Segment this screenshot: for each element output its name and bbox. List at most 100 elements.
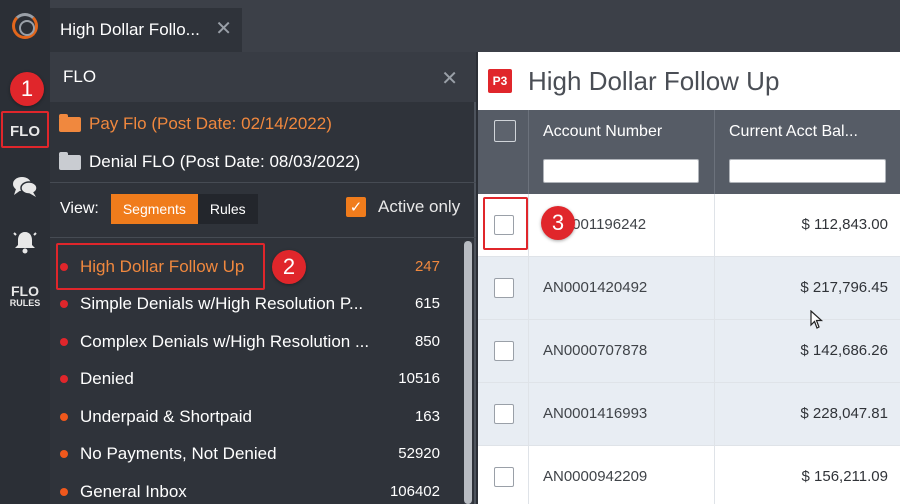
row-checkbox[interactable] — [494, 404, 514, 424]
table-row[interactable]: AN0001420492 $ 217,796.45 — [478, 257, 900, 320]
account-number: AN0001416993 — [543, 405, 648, 422]
column-divider — [714, 194, 715, 257]
checkmark-icon[interactable]: ✓ — [346, 197, 366, 217]
row-checkbox[interactable] — [494, 341, 514, 361]
close-icon[interactable]: ✕ — [441, 66, 458, 91]
column-divider — [528, 383, 529, 446]
row-checkbox[interactable] — [494, 467, 514, 487]
flo-rules-label-top: FLO — [11, 283, 39, 299]
tab-title: High Dollar Follo... — [60, 20, 200, 39]
highlight-box-row-checkbox — [483, 197, 528, 250]
flo-panel: FLO ✕ Pay Flo (Post Date: 02/14/2022) De… — [50, 52, 476, 504]
status-dot — [60, 412, 68, 421]
divider — [50, 182, 476, 183]
column-header-label: Account Number — [543, 123, 663, 140]
list-item-label: Complex Denials w/High Resolution ... — [80, 331, 370, 351]
grid-title-bar: P3 High Dollar Follow Up — [478, 52, 900, 110]
account-balance: $ 112,843.00 — [801, 216, 888, 233]
select-all-checkbox[interactable] — [494, 120, 516, 142]
bell-icon[interactable] — [0, 224, 50, 260]
list-item[interactable]: Complex Denials w/High Resolution ... 85… — [50, 323, 460, 360]
list-item-label: Denied — [80, 368, 134, 388]
list-item-count: 850 — [414, 333, 440, 350]
status-dot — [60, 487, 68, 496]
list-item-count: 106402 — [389, 483, 440, 500]
account-balance: $ 228,047.81 — [800, 405, 888, 422]
column-divider — [714, 383, 715, 446]
column-current-acct-balance[interactable]: Current Acct Bal... — [715, 110, 900, 194]
table-row[interactable]: AN0000942209 $ 156,211.09 — [478, 446, 900, 504]
list-item[interactable]: General Inbox 106402 — [50, 473, 460, 504]
list-item-count: 247 — [414, 258, 440, 275]
rules-button[interactable]: Rules — [197, 194, 258, 224]
account-number: AN0001420492 — [543, 279, 648, 296]
account-balance: $ 142,686.26 — [800, 342, 888, 359]
status-dot — [60, 449, 68, 458]
tab-bar: High Dollar Follo... ✕ — [0, 0, 900, 52]
select-all-column — [478, 110, 529, 194]
folder-denial-flo[interactable]: Denial FLO (Post Date: 08/03/2022) — [59, 147, 360, 177]
main-grid-area: P3 High Dollar Follow Up Account Number … — [478, 52, 900, 504]
folder-label: Denial FLO (Post Date: 08/03/2022) — [89, 152, 361, 171]
column-header-label: Current Acct Bal... — [729, 123, 858, 140]
divider — [50, 237, 476, 238]
active-only-toggle[interactable]: ✓ Active only — [346, 197, 460, 217]
column-divider — [528, 257, 529, 320]
list-item-label: No Payments, Not Denied — [80, 443, 277, 463]
row-checkbox[interactable] — [494, 278, 514, 298]
flo-rules-nav-button[interactable]: FLO RULES — [0, 280, 50, 314]
account-number: AN0000942209 — [543, 468, 648, 485]
account-filter-input[interactable] — [543, 159, 699, 183]
account-balance: $ 217,796.45 — [800, 279, 888, 296]
column-divider — [528, 194, 529, 257]
highlight-box-flo — [1, 111, 49, 148]
callout-step-1: 1 — [10, 72, 44, 106]
list-item-label: Simple Denials w/High Resolution P... — [80, 293, 364, 313]
tab-high-dollar-follow-up[interactable]: High Dollar Follo... ✕ — [50, 8, 242, 52]
list-item-count: 52920 — [398, 445, 440, 462]
view-label: View: — [60, 200, 99, 217]
column-divider — [528, 446, 529, 504]
highlight-box-selected-item — [56, 243, 265, 290]
list-item[interactable]: Underpaid & Shortpaid 163 — [50, 398, 460, 435]
view-toggle-row: View: Segments Rules ✓ Active only — [60, 193, 470, 225]
column-divider — [714, 257, 715, 320]
status-dot — [60, 337, 68, 346]
scrollbar[interactable] — [464, 241, 472, 504]
icon-rail: FLO FLO RULES — [0, 52, 50, 504]
scrollbar-thumb[interactable] — [464, 241, 472, 504]
chat-icon[interactable] — [0, 170, 50, 204]
table-row[interactable]: AN0001416993 $ 228,047.81 — [478, 383, 900, 446]
list-item-count: 615 — [414, 295, 440, 312]
folder-icon — [59, 113, 81, 132]
app-logo[interactable] — [0, 0, 50, 52]
folder-label: Pay Flo (Post Date: 02/14/2022) — [89, 114, 332, 133]
active-only-label: Active only — [378, 197, 461, 216]
segments-button[interactable]: Segments — [110, 194, 198, 224]
logo-icon — [12, 13, 38, 39]
list-item[interactable]: Simple Denials w/High Resolution P... 61… — [50, 285, 460, 322]
callout-step-2: 2 — [272, 250, 306, 284]
mouse-cursor-icon — [810, 310, 824, 329]
callout-step-3: 3 — [541, 206, 575, 240]
column-divider — [714, 320, 715, 383]
column-divider — [714, 446, 715, 504]
list-item-label: Underpaid & Shortpaid — [80, 406, 253, 426]
balance-filter-input[interactable] — [729, 159, 886, 183]
column-divider — [528, 320, 529, 383]
priority-badge: P3 — [488, 69, 512, 93]
folder-icon — [59, 151, 81, 170]
list-item-count: 10516 — [398, 370, 440, 387]
column-account-number[interactable]: Account Number — [529, 110, 715, 194]
panel-title: FLO — [63, 67, 97, 86]
folder-pay-flo[interactable]: Pay Flo (Post Date: 02/14/2022) — [59, 109, 332, 139]
flo-rules-label-bottom: RULES — [9, 298, 41, 308]
account-number: AN0000707878 — [543, 342, 648, 359]
list-item[interactable]: No Payments, Not Denied 52920 — [50, 435, 460, 472]
status-dot — [60, 374, 68, 383]
account-balance: $ 156,211.09 — [801, 468, 888, 485]
list-item[interactable]: Denied 10516 — [50, 360, 460, 397]
grid-header: Account Number Current Acct Bal... — [478, 110, 900, 194]
close-icon[interactable]: ✕ — [215, 19, 232, 39]
table-row[interactable]: AN0000707878 $ 142,686.26 — [478, 320, 900, 383]
